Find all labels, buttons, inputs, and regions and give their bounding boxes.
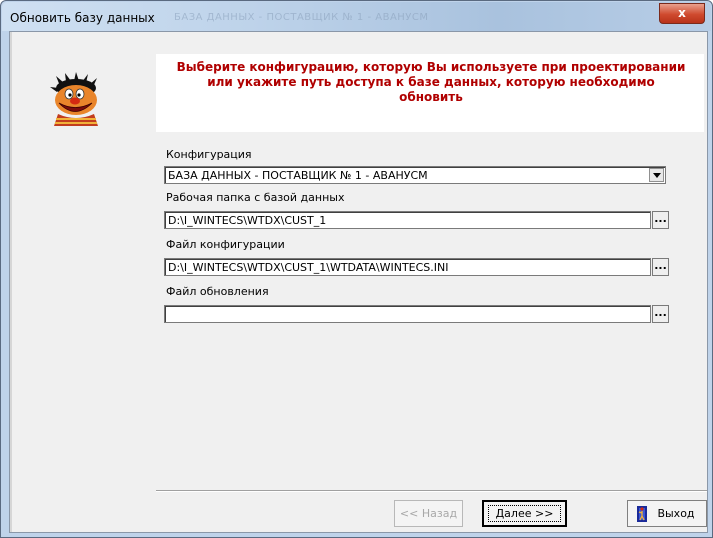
updatefile-label: Файл обновления [166,285,269,298]
update-database-dialog: Обновить базу данных БАЗА ДАННЫХ - ПОСТА… [0,0,713,538]
exit-door-icon [637,506,647,522]
exit-button-label: Выход [657,507,695,520]
workdir-browse-button[interactable]: ... [652,211,669,229]
title-background-text: БАЗА ДАННЫХ - ПОСТАВЩИК № 1 - АВАНУСМ [174,12,429,23]
config-label: Конфигурация [166,148,252,161]
workdir-value: D:\I_WINTECS\WTDX\CUST_1 [168,214,327,227]
chevron-down-icon[interactable] [649,168,664,182]
dialog-body: Выберите конфигурацию, которую Вы исполь… [9,31,708,533]
workdir-field[interactable]: D:\I_WINTECS\WTDX\CUST_1 [164,211,651,229]
instruction-banner: Выберите конфигурацию, которую Вы исполь… [156,54,704,132]
cartoon-face-icon [50,72,98,126]
updatefile-field[interactable] [164,305,651,323]
button-separator [156,490,707,492]
close-button[interactable]: x [659,3,705,24]
updatefile-browse-button[interactable]: ... [652,305,669,323]
focus-rectangle [488,505,561,522]
configfile-field[interactable]: D:\I_WINTECS\WTDX\CUST_1\WTDATA\WINTECS.… [164,258,651,276]
exit-button[interactable]: Выход [627,500,707,527]
left-border [10,32,12,532]
configfile-browse-button[interactable]: ... [652,258,669,276]
configfile-value: D:\I_WINTECS\WTDX\CUST_1\WTDATA\WINTECS.… [168,261,449,274]
back-button[interactable]: << Назад [394,500,463,527]
config-select[interactable]: БАЗА ДАННЫХ - ПОСТАВЩИК № 1 - АВАНУСМ [164,166,666,184]
workdir-label: Рабочая папка с базой данных [166,191,345,204]
instruction-text: Выберите конфигурацию, которую Вы исполь… [176,60,686,104]
next-button[interactable]: Далее >> [482,500,567,527]
window-title: Обновить базу данных [10,11,155,25]
config-value: БАЗА ДАННЫХ - ПОСТАВЩИК № 1 - АВАНУСМ [168,169,428,182]
title-bar[interactable]: Обновить базу данных БАЗА ДАННЫХ - ПОСТА… [2,2,711,31]
configfile-label: Файл конфигурации [166,238,285,251]
